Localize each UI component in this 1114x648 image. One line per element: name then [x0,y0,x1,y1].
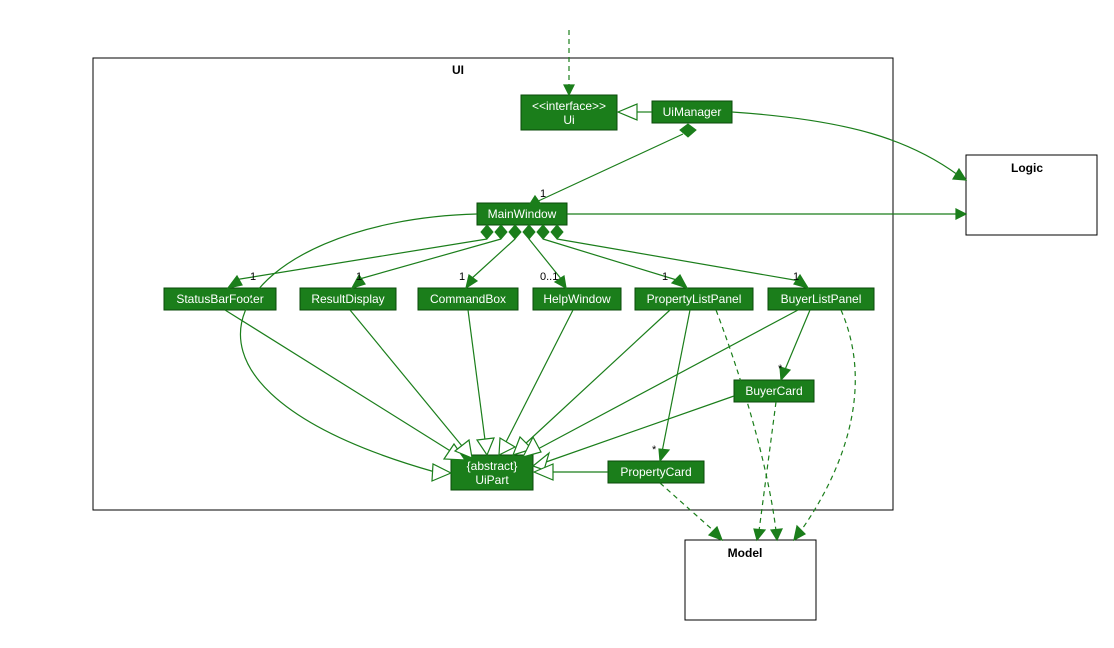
arrow-mainwindow-logic [956,209,966,219]
uimanager-name: UiManager [663,105,722,119]
arrow-mw-proplist [672,275,687,288]
diamond-uimanager [680,124,696,137]
diamond-mw-3 [509,225,521,239]
commandbox-name: CommandBox [430,292,506,306]
diamond-mw-5 [537,225,549,239]
edge-mw-proplist [543,239,680,281]
arrow-proplist-propcard [659,449,669,461]
node-buyerlist: BuyerListPanel [768,288,874,310]
buyerlist-name: BuyerListPanel [781,292,862,306]
tri-commandbox-uipart [477,438,494,455]
edge-mainwindow-uipart [240,214,477,472]
logic-label: Logic [1011,161,1043,175]
edge-buyerlist-buyercard [784,310,810,372]
mult-propcard: * [652,444,657,456]
mult-resultdisp: 1 [356,271,362,283]
diamond-mw-2 [495,225,507,239]
mult-mainwindow: 1 [540,188,546,200]
node-resultdisp: ResultDisplay [300,288,396,310]
arrow-uimanager-impl-ui [618,104,637,120]
tri-mainwindow-uipart [432,464,451,481]
edge-resultdisp-uipart [350,310,462,446]
mult-buyercard: * [778,363,783,375]
ui-name: Ui [563,113,574,127]
node-proplist: PropertyListPanel [635,288,753,310]
mult-proplist: 1 [662,271,668,283]
diamond-mw-4 [523,225,535,239]
buyercard-name: BuyerCard [745,384,802,398]
mult-helpwindow: 0..1 [540,271,558,283]
arrow-external-to-ui [564,85,574,95]
diamond-mw-1 [481,225,493,239]
uipart-stereo: {abstract} [467,459,518,473]
edge-buyerlist-model [800,310,855,532]
mult-buyerlist: 1 [793,271,799,283]
node-commandbox: CommandBox [418,288,518,310]
mainwindow-name: MainWindow [488,207,557,221]
propcard-name: PropertyCard [620,465,691,479]
edge-helpwindow-uipart [506,310,573,442]
arrow-mw-commandbox [466,275,477,288]
edge-commandbox-uipart [468,310,485,440]
edge-propcard-model [660,483,715,532]
package-title: UI [452,63,464,77]
edge-mw-buyerlist [557,239,800,281]
node-propcard: PropertyCard [608,461,704,483]
ui-stereo: <<interface>> [532,99,606,113]
resultdisp-name: ResultDisplay [311,292,384,306]
mult-statusbar: 1 [250,271,256,283]
uml-diagram: UI Logic Model <<interface>> Ui UiManage… [0,0,1114,648]
package-ui [93,58,893,510]
mult-commandbox: 1 [459,271,465,283]
edge-mw-resultdisp [356,239,501,280]
edge-proplist-uipart [524,310,670,445]
uipart-name: UiPart [475,473,509,487]
edge-proplist-model [716,310,776,531]
node-ui-interface: <<interface>> Ui [521,95,617,130]
arrow-mw-statusbar [228,276,242,288]
diamond-mw-6 [551,225,563,239]
arrow-uimanager-to-logic [953,169,966,180]
model-label: Model [728,546,763,560]
arrow-buyerlist-model [794,526,805,540]
arrow-propcard-model [709,527,722,540]
helpwindow-name: HelpWindow [543,292,611,306]
statusbar-name: StatusBarFooter [176,292,263,306]
node-statusbar: StatusBarFooter [164,288,276,310]
edge-uimanager-to-logic [732,112,958,175]
edge-mw-commandbox [470,239,515,280]
node-helpwindow: HelpWindow [533,288,621,310]
arrow-buyercard-model [754,529,765,540]
node-mainwindow: MainWindow [477,203,567,225]
edge-uimanager-mainwindow [534,134,683,203]
arrow-proplist-model [771,529,782,540]
node-uimanager: UiManager [652,101,732,123]
proplist-name: PropertyListPanel [647,292,742,306]
